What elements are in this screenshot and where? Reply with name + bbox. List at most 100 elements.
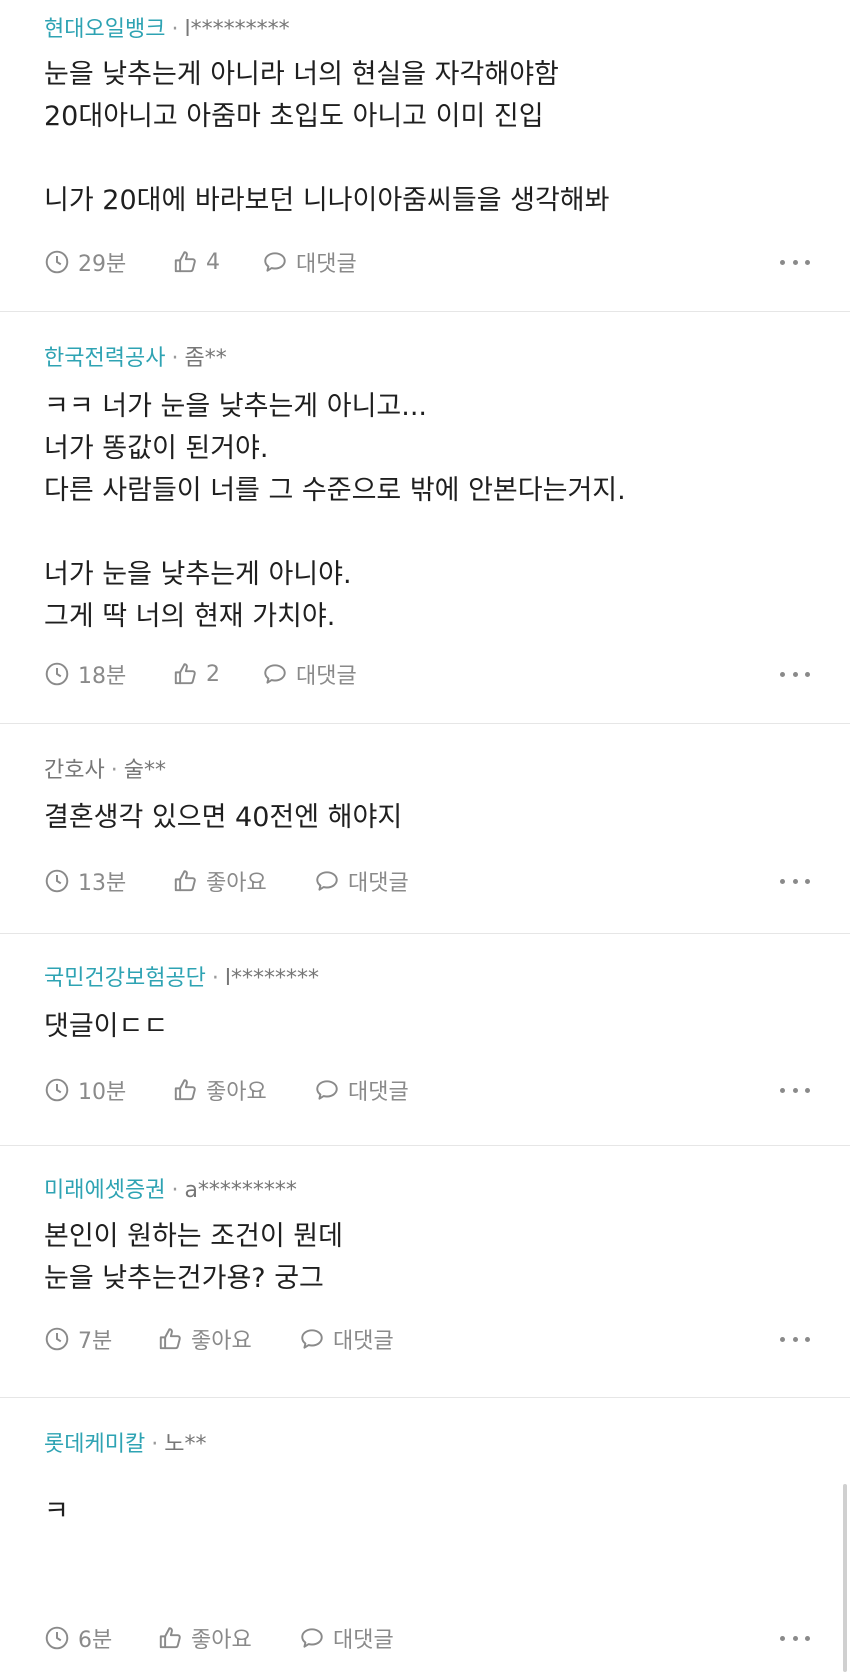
reply-label: 대댓글 — [348, 871, 409, 896]
comment-author: 현대오일뱅크 · l********* — [44, 15, 290, 45]
comment-line: 눈을 낮추는건가용? 궁그 — [44, 1263, 324, 1294]
company-name: 간호사 — [44, 758, 105, 783]
comment-line: ㅋㅋ 너가 눈을 낮추는게 아니고... — [44, 391, 427, 422]
comment-item: 현대오일뱅크 · l********* 눈을 낮추는게 아니라 너의 현실을 자각해… — [0, 0, 850, 312]
company-name[interactable]: 롯데케미칼 — [44, 1432, 145, 1457]
comment-body: ㅋ — [44, 1491, 820, 1533]
time-label: 10분 — [78, 1080, 127, 1105]
comment-author: 롯데케미칼 · 노** — [44, 1430, 206, 1460]
comment-author: 국민건강보험공단 · l******** — [44, 964, 319, 994]
more-dots-icon[interactable] — [780, 1322, 810, 1356]
user-name: l********* — [184, 17, 290, 42]
clock-icon — [45, 1327, 69, 1351]
like-count: 2 — [206, 661, 220, 687]
company-name[interactable]: 국민건강보험공단 — [44, 966, 206, 991]
more-dots-icon[interactable] — [780, 864, 810, 898]
clock-icon — [45, 250, 69, 274]
comment-item: 간호사 · 술** 결혼생각 있으면 40전엔 해야지 13분 좋아요 대댓글 — [0, 724, 850, 934]
separator-dot: · — [171, 346, 179, 371]
reply-label: 대댓글 — [348, 1080, 409, 1105]
clock-icon — [45, 662, 69, 686]
speech-bubble-icon — [301, 1329, 323, 1349]
speech-bubble-icon — [316, 871, 338, 891]
separator-dot: · — [171, 1178, 179, 1203]
user-name: 술** — [123, 758, 166, 783]
reply-button[interactable]: 대댓글 — [314, 1074, 409, 1106]
comment-item: 한국전력공사 · 좀** ㅋㅋ 너가 눈을 낮추는게 아니고... 너가 똥값이 된… — [0, 312, 850, 724]
comment-line — [44, 138, 820, 180]
separator-dot: · — [151, 1432, 159, 1457]
like-button[interactable]: 좋아요 — [157, 1323, 299, 1355]
like-button[interactable]: 2 — [172, 661, 262, 687]
reply-button[interactable]: 대댓글 — [299, 1323, 394, 1355]
comment-body: ㅋㅋ 너가 눈을 낮추는게 아니고... 너가 똥값이 된거야. 다른 사람들이… — [44, 386, 820, 638]
reply-label: 대댓글 — [296, 252, 357, 277]
like-button[interactable]: 좋아요 — [157, 1622, 299, 1654]
comment-author: 한국전력공사 · 좀** — [44, 344, 227, 374]
reply-label: 대댓글 — [296, 664, 357, 689]
like-button[interactable]: 4 — [172, 249, 262, 275]
comment-line: ㅋ — [44, 1496, 69, 1527]
user-name: l******** — [224, 966, 320, 991]
clock-icon — [45, 869, 69, 893]
reply-label: 대댓글 — [333, 1329, 394, 1354]
speech-bubble-icon — [264, 664, 286, 684]
user-name: a********* — [184, 1178, 297, 1203]
time-label: 29분 — [78, 252, 127, 277]
more-dots-icon[interactable] — [780, 245, 810, 279]
like-button[interactable]: 좋아요 — [172, 1074, 314, 1106]
comment-item: 미래에셋증권 · a********* 본인이 원하는 조건이 뭔데 눈을 낮추는건… — [0, 1146, 850, 1398]
like-count: 좋아요 — [206, 1080, 267, 1105]
company-name[interactable]: 한국전력공사 — [44, 346, 165, 371]
reply-button[interactable]: 대댓글 — [262, 246, 357, 278]
speech-bubble-icon — [316, 1080, 338, 1100]
reply-button[interactable]: 대댓글 — [299, 1622, 394, 1654]
comment-author: 미래에셋증권 · a********* — [44, 1176, 297, 1206]
comment-line: 본인이 원하는 조건이 뭔데 — [44, 1221, 343, 1252]
scrollbar[interactable] — [843, 1484, 847, 1672]
timestamp: 10분 — [44, 1074, 172, 1106]
like-count: 4 — [206, 249, 220, 275]
thumbs-up-icon — [174, 1079, 196, 1101]
comment-body: 본인이 원하는 조건이 뭔데 눈을 낮추는건가용? 궁그 — [44, 1216, 820, 1300]
comment-actions: 13분 좋아요 대댓글 — [44, 864, 810, 898]
separator-dot: · — [110, 758, 118, 783]
speech-bubble-icon — [301, 1628, 323, 1648]
more-dots-icon[interactable] — [780, 1621, 810, 1655]
more-dots-icon[interactable] — [780, 657, 810, 691]
reply-button[interactable]: 대댓글 — [314, 865, 409, 897]
comment-actions: 29분 4 대댓글 — [44, 245, 810, 279]
company-name[interactable]: 미래에셋증권 — [44, 1178, 165, 1203]
comment-author: 간호사 · 술** — [44, 756, 166, 786]
comment-line: 그게 딱 너의 현재 가치야. — [44, 601, 336, 632]
company-name[interactable]: 현대오일뱅크 — [44, 17, 165, 42]
comment-line: 눈을 낮추는게 아니라 너의 현실을 자각해야함 — [44, 59, 559, 90]
comment-actions: 10분 좋아요 대댓글 — [44, 1073, 810, 1107]
separator-dot: · — [211, 966, 219, 991]
reply-label: 대댓글 — [333, 1628, 394, 1653]
comment-item: 국민건강보험공단 · l******** 댓글이ㄷㄷ 10분 좋아요 대댓글 — [0, 934, 850, 1146]
more-dots-icon[interactable] — [780, 1073, 810, 1107]
clock-icon — [45, 1626, 69, 1650]
comment-body: 댓글이ㄷㄷ — [44, 1006, 820, 1048]
timestamp: 13분 — [44, 865, 172, 897]
reply-button[interactable]: 대댓글 — [262, 658, 357, 690]
thumbs-up-icon — [174, 663, 196, 685]
comment-actions: 6분 좋아요 대댓글 — [44, 1621, 810, 1655]
like-button[interactable]: 좋아요 — [172, 865, 314, 897]
comment-body: 눈을 낮추는게 아니라 너의 현실을 자각해야함 20대아니고 아줌마 초입도 … — [44, 54, 820, 222]
like-count: 좋아요 — [191, 1329, 252, 1354]
comment-line: 너가 똥값이 된거야. — [44, 433, 269, 464]
comment-line — [44, 512, 820, 554]
comment-item: 롯데케미칼 · 노** ㅋ 6분 좋아요 대댓글 — [0, 1398, 850, 1672]
time-label: 18분 — [78, 664, 127, 689]
time-label: 7분 — [78, 1329, 113, 1354]
thumbs-up-icon — [159, 1627, 181, 1649]
comment-line: 다른 사람들이 너를 그 수준으로 밖에 안본다는거지. — [44, 475, 626, 506]
comment-line: 결혼생각 있으면 40전엔 해야지 — [44, 802, 403, 833]
clock-icon — [45, 1078, 69, 1102]
comment-actions: 7분 좋아요 대댓글 — [44, 1322, 810, 1356]
thumbs-up-icon — [159, 1328, 181, 1350]
comment-line: 니가 20대에 바라보던 니나이아줌씨들을 생각해봐 — [44, 185, 610, 216]
like-count: 좋아요 — [191, 1628, 252, 1653]
